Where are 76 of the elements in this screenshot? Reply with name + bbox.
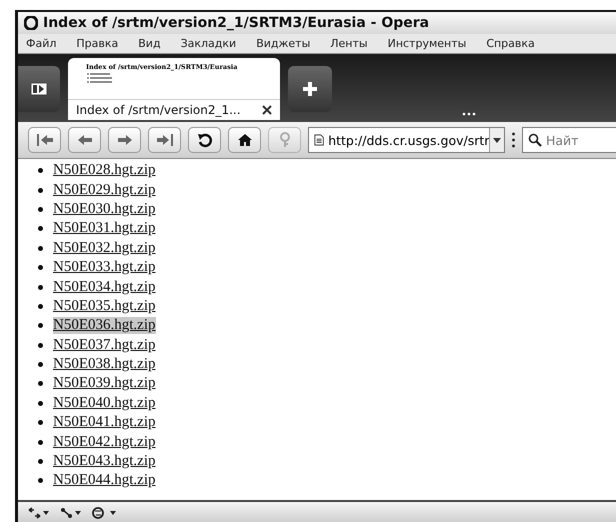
more-icon[interactable] xyxy=(462,112,476,116)
new-tab-button[interactable] xyxy=(288,66,332,112)
back-button[interactable] xyxy=(68,127,101,153)
file-link[interactable]: N50E028.hgt.zip xyxy=(53,162,156,180)
caret-icon xyxy=(493,138,502,142)
tab-title: Index of /srtm/version2_1... xyxy=(76,103,241,117)
file-link[interactable]: N50E034.hgt.zip xyxy=(53,278,156,296)
bullet-icon xyxy=(38,440,43,445)
grip-icon xyxy=(512,132,515,148)
file-link[interactable]: N50E035.hgt.zip xyxy=(53,298,156,315)
file-link[interactable]: N50E043.hgt.zip xyxy=(53,453,156,470)
bullet-icon xyxy=(38,400,43,406)
file-link[interactable]: N50E037.hgt.zip xyxy=(53,336,156,354)
file-link[interactable]: N50E030.hgt.zip xyxy=(53,200,156,218)
rewind-icon xyxy=(36,133,54,147)
window-title: Index of /srtm/version2_1/SRTM3/Eurasia - Opera xyxy=(43,15,430,31)
file-link[interactable]: N50E036.hgt.zip xyxy=(53,317,156,334)
right-arrow-icon xyxy=(116,134,132,146)
menu-item[interactable]: Правка xyxy=(76,37,118,50)
menu-item[interactable]: Справка xyxy=(486,37,535,50)
address-field[interactable]: http://dds.cr.usgs.gov/srtr xyxy=(308,127,505,153)
bullet-icon xyxy=(38,265,43,270)
left-arrow-icon xyxy=(76,134,92,146)
file-link[interactable]: N50E040.hgt.zip xyxy=(53,394,156,412)
menu-item[interactable]: Вид xyxy=(138,37,161,50)
search-placeholder: Найт xyxy=(546,132,578,148)
file-link[interactable]: N50E044.hgt.zip xyxy=(53,472,156,490)
file-link[interactable]: N50E029.hgt.zip xyxy=(53,182,156,199)
file-link[interactable]: N50E039.hgt.zip xyxy=(53,375,156,392)
file-link[interactable]: N50E033.hgt.zip xyxy=(53,259,156,276)
file-link[interactable]: N50E031.hgt.zip xyxy=(53,220,156,238)
file-link[interactable]: N50E032.hgt.zip xyxy=(53,240,156,257)
network-icon[interactable] xyxy=(60,507,82,519)
bullet-icon xyxy=(38,168,43,174)
bullet-icon xyxy=(38,304,43,309)
arrows-icon[interactable] xyxy=(28,507,50,519)
bullet-icon xyxy=(38,188,43,193)
key-icon xyxy=(278,132,290,148)
panel-toggle-button[interactable] xyxy=(18,66,60,112)
fast-forward-icon xyxy=(156,133,174,147)
search-icon xyxy=(528,133,542,147)
file-link[interactable]: N50E038.hgt.zip xyxy=(53,356,156,374)
rewind-button[interactable] xyxy=(28,127,61,153)
bullet-icon xyxy=(38,206,43,212)
bullet-icon xyxy=(38,342,43,348)
home-icon xyxy=(238,133,252,147)
bullet-icon xyxy=(38,323,43,328)
bullet-icon xyxy=(38,459,43,464)
bullet-icon xyxy=(38,381,43,386)
fast-forward-button[interactable] xyxy=(148,127,181,153)
menu-item[interactable]: Закладки xyxy=(180,37,236,50)
forward-button[interactable] xyxy=(108,127,141,153)
menu-item[interactable]: Файл xyxy=(26,37,56,50)
menu-item[interactable]: Виджеты xyxy=(256,37,310,50)
menu-item[interactable]: Ленты xyxy=(330,37,368,50)
address-dropdown[interactable] xyxy=(489,128,504,152)
bullet-icon xyxy=(38,246,43,251)
bullet-icon xyxy=(38,226,43,232)
panel-icon xyxy=(31,83,47,95)
bullet-icon xyxy=(38,362,43,368)
bullet-icon xyxy=(38,478,43,484)
reload-icon xyxy=(196,132,212,148)
address-text: http://dds.cr.usgs.gov/srtr xyxy=(327,132,490,148)
page-icon xyxy=(314,133,324,147)
home-button[interactable] xyxy=(228,127,261,153)
file-link[interactable]: N50E042.hgt.zip xyxy=(53,434,156,451)
close-icon[interactable] xyxy=(262,105,272,115)
opera-logo-icon xyxy=(24,16,38,30)
search-field[interactable]: Найт xyxy=(522,127,616,153)
bullet-icon xyxy=(38,284,43,290)
reload-button[interactable] xyxy=(188,127,221,153)
menu-item[interactable]: Инструменты xyxy=(388,37,466,50)
globe-icon[interactable] xyxy=(92,507,118,519)
file-link[interactable]: N50E041.hgt.zip xyxy=(53,414,156,432)
bullet-icon xyxy=(38,420,43,426)
plus-icon xyxy=(303,82,317,96)
